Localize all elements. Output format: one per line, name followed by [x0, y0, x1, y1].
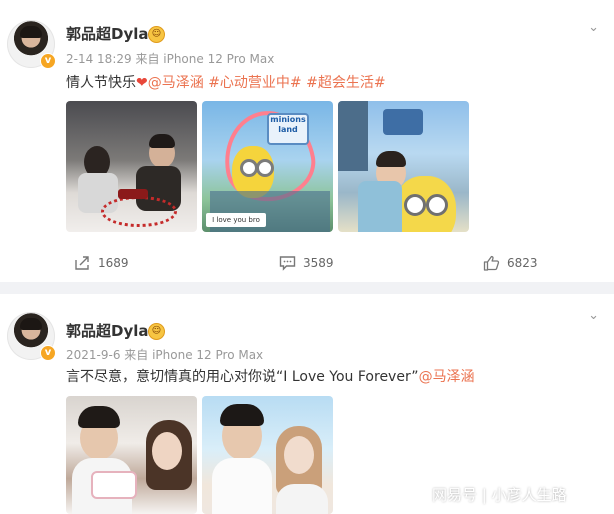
- repost-count: 1689: [98, 256, 129, 270]
- weibo-post-1: v 郭品超Dylan ☺ ⌄ 2-14 18:29 来自 iPhone 12 P…: [0, 0, 614, 282]
- comment-button[interactable]: 3589: [279, 255, 334, 271]
- member-badge-icon: ☺: [148, 323, 165, 340]
- chevron-down-icon[interactable]: ⌄: [588, 20, 599, 35]
- like-button[interactable]: 6823: [483, 255, 538, 271]
- hashtag-link[interactable]: #心动营业中#: [208, 75, 301, 91]
- post-text-body: 言不尽意，意切情真的用心对你说“I Love You Forever”: [66, 369, 419, 385]
- post-image[interactable]: [202, 396, 333, 514]
- comment-icon: [279, 256, 296, 271]
- heart-icon: ❤: [136, 75, 148, 91]
- photo-caption: I love you bro: [206, 213, 266, 227]
- verified-badge-icon: v: [40, 53, 56, 69]
- sign-text: minions: [270, 115, 306, 124]
- post-image[interactable]: [66, 396, 197, 514]
- verified-badge-icon: v: [40, 345, 56, 361]
- post-text: 情人节快乐❤@马泽涵 #心动营业中# #超会生活#: [66, 72, 386, 92]
- username[interactable]: 郭品超Dylan: [66, 23, 159, 44]
- mention-link[interactable]: @马泽涵: [148, 75, 204, 91]
- chevron-down-icon[interactable]: ⌄: [588, 308, 599, 323]
- thumbs-up-icon: [483, 255, 500, 271]
- post-image[interactable]: [338, 101, 469, 232]
- repost-icon: [75, 256, 89, 270]
- post-meta: 2021-9-6 来自 iPhone 12 Pro Max: [66, 348, 264, 362]
- repost-button[interactable]: 1689: [74, 255, 129, 271]
- post-meta: 2-14 18:29 来自 iPhone 12 Pro Max: [66, 52, 275, 66]
- watermark: 网易号 | 小彦人生路: [432, 486, 567, 504]
- username[interactable]: 郭品超Dylan: [66, 320, 159, 341]
- post-text: 言不尽意，意切情真的用心对你说“I Love You Forever”@马泽涵: [66, 366, 475, 386]
- member-badge-icon: ☺: [148, 26, 165, 43]
- post-image[interactable]: minions land I love you bro: [202, 101, 333, 232]
- mention-link[interactable]: @马泽涵: [419, 369, 475, 385]
- hashtag-link[interactable]: #超会生活#: [306, 75, 385, 91]
- sign-text: land: [278, 125, 298, 134]
- feed-separator: [0, 282, 614, 294]
- like-count: 6823: [507, 256, 538, 270]
- post-image[interactable]: [66, 101, 197, 232]
- comment-count: 3589: [303, 256, 334, 270]
- post-text-body: 情人节快乐: [66, 75, 136, 91]
